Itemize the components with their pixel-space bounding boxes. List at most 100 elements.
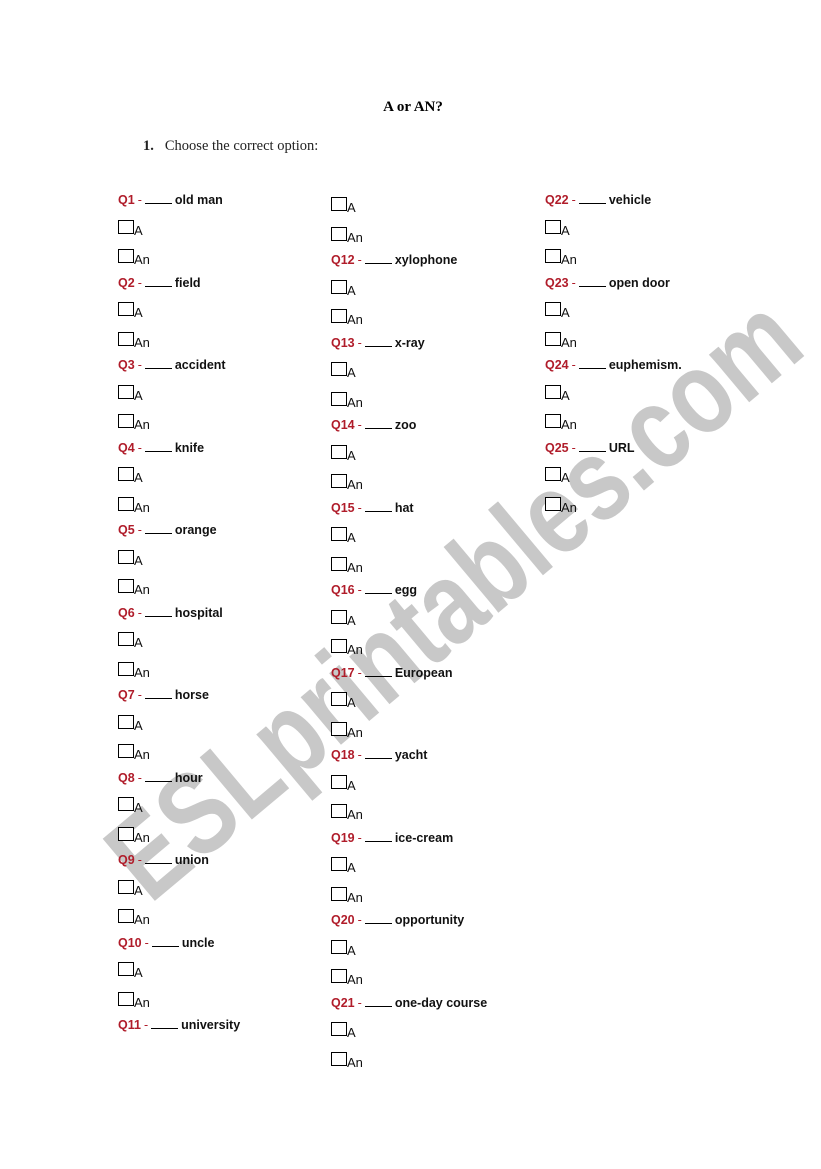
checkbox[interactable]	[118, 249, 134, 263]
option-an-q22[interactable]: An	[545, 247, 577, 267]
option-an-q20[interactable]: An	[331, 967, 363, 987]
checkbox[interactable]	[118, 661, 134, 676]
checkbox[interactable]	[118, 549, 134, 564]
option-an-q4[interactable]: An	[118, 495, 150, 514]
option-a-q10[interactable]: A	[118, 960, 143, 980]
checkbox[interactable]	[331, 444, 347, 459]
option-a-q18[interactable]: A	[331, 773, 356, 792]
checkbox[interactable]	[545, 496, 561, 511]
option-an-q13[interactable]: An	[331, 390, 363, 409]
checkbox[interactable]	[118, 962, 134, 976]
checkbox[interactable]	[118, 714, 134, 729]
option-an-q24[interactable]: An	[545, 412, 577, 432]
option-a-q11[interactable]: A	[331, 195, 356, 215]
option-a-q21[interactable]: A	[331, 1020, 356, 1040]
checkbox[interactable]	[118, 744, 134, 758]
checkbox[interactable]	[331, 391, 347, 406]
checkbox[interactable]	[118, 467, 134, 481]
option-a-q24[interactable]: A	[545, 383, 570, 402]
option-a-q20[interactable]: A	[331, 938, 356, 957]
checkbox[interactable]	[118, 879, 134, 894]
option-a-q9[interactable]: A	[118, 878, 143, 897]
option-an-q12[interactable]: An	[331, 307, 363, 327]
option-a-q4[interactable]: A	[118, 465, 143, 485]
option-an-q15[interactable]: An	[331, 555, 363, 574]
checkbox[interactable]	[331, 774, 347, 789]
option-a-q17[interactable]: A	[331, 690, 356, 710]
checkbox[interactable]	[331, 527, 347, 541]
checkbox[interactable]	[331, 721, 347, 736]
checkbox[interactable]	[331, 886, 347, 901]
option-a-q19[interactable]: A	[331, 855, 356, 875]
checkbox[interactable]	[331, 609, 347, 624]
checkbox[interactable]	[331, 226, 347, 241]
checkbox[interactable]	[118, 991, 134, 1006]
option-an-q1[interactable]: An	[118, 247, 150, 267]
checkbox[interactable]	[331, 556, 347, 571]
option-a-q7[interactable]: A	[118, 713, 143, 732]
option-an-q21[interactable]: An	[331, 1050, 363, 1069]
checkbox[interactable]	[545, 302, 561, 316]
option-a-q6[interactable]: A	[118, 630, 143, 650]
option-a-q2[interactable]: A	[118, 300, 143, 320]
checkbox[interactable]	[331, 804, 347, 818]
option-a-q15[interactable]: A	[331, 525, 356, 545]
option-a-q8[interactable]: A	[118, 795, 143, 815]
checkbox[interactable]	[331, 1051, 347, 1066]
option-a-q12[interactable]: A	[331, 278, 356, 297]
option-an-q8[interactable]: An	[118, 825, 150, 844]
checkbox[interactable]	[545, 219, 561, 234]
option-a-q16[interactable]: A	[331, 608, 356, 627]
option-an-q23[interactable]: An	[545, 330, 577, 349]
option-a-q5[interactable]: A	[118, 548, 143, 567]
checkbox[interactable]	[118, 826, 134, 841]
option-a-q13[interactable]: A	[331, 360, 356, 380]
option-an-q9[interactable]: An	[118, 907, 150, 927]
checkbox[interactable]	[118, 331, 134, 346]
option-an-q2[interactable]: An	[118, 330, 150, 349]
checkbox[interactable]	[331, 639, 347, 653]
checkbox[interactable]	[545, 414, 561, 428]
option-a-q25[interactable]: A	[545, 465, 570, 485]
checkbox[interactable]	[118, 219, 134, 234]
checkbox[interactable]	[118, 579, 134, 593]
option-an-q5[interactable]: An	[118, 577, 150, 597]
checkbox[interactable]	[118, 496, 134, 511]
option-an-q7[interactable]: An	[118, 742, 150, 762]
checkbox[interactable]	[545, 331, 561, 346]
option-a-q22[interactable]: A	[545, 218, 570, 237]
checkbox[interactable]	[118, 632, 134, 646]
checkbox[interactable]	[331, 692, 347, 706]
option-a-q1[interactable]: A	[118, 218, 143, 237]
option-an-q10[interactable]: An	[118, 990, 150, 1009]
option-an-q3[interactable]: An	[118, 412, 150, 432]
checkbox[interactable]	[331, 197, 347, 211]
checkbox[interactable]	[545, 467, 561, 481]
option-an-q18[interactable]: An	[331, 802, 363, 822]
checkbox[interactable]	[545, 249, 561, 263]
option-a-q14[interactable]: A	[331, 443, 356, 462]
checkbox[interactable]	[118, 414, 134, 428]
checkbox[interactable]	[331, 857, 347, 871]
checkbox[interactable]	[331, 279, 347, 294]
checkbox[interactable]	[118, 302, 134, 316]
checkbox[interactable]	[331, 939, 347, 954]
option-an-q6[interactable]: An	[118, 660, 150, 679]
option-an-q14[interactable]: An	[331, 472, 363, 492]
option-an-q17[interactable]: An	[331, 720, 363, 739]
checkbox[interactable]	[118, 384, 134, 399]
checkbox[interactable]	[118, 909, 134, 923]
option-a-q23[interactable]: A	[545, 300, 570, 320]
option-a-q3[interactable]: A	[118, 383, 143, 402]
checkbox[interactable]	[331, 362, 347, 376]
checkbox[interactable]	[331, 309, 347, 323]
checkbox[interactable]	[331, 474, 347, 488]
checkbox[interactable]	[331, 1022, 347, 1036]
checkbox[interactable]	[331, 969, 347, 983]
checkbox[interactable]	[118, 797, 134, 811]
checkbox[interactable]	[545, 384, 561, 399]
option-an-q25[interactable]: An	[545, 495, 577, 514]
option-an-q11[interactable]: An	[331, 225, 363, 244]
option-an-q16[interactable]: An	[331, 637, 363, 657]
option-an-q19[interactable]: An	[331, 885, 363, 904]
